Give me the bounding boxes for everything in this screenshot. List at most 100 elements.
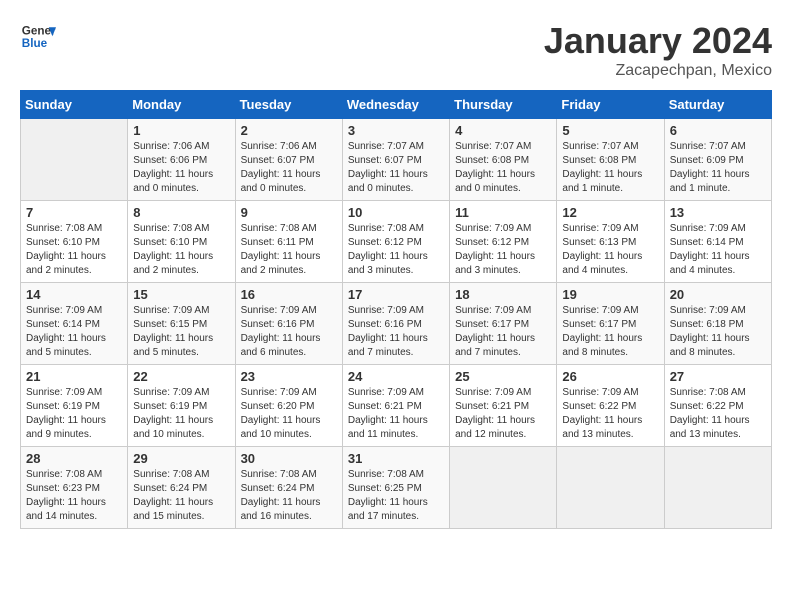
day-info: Sunrise: 7:09 AM Sunset: 6:18 PM Dayligh…: [670, 304, 766, 360]
calendar-cell: 30Sunrise: 7:08 AM Sunset: 6:24 PM Dayli…: [235, 447, 342, 529]
day-info: Sunrise: 7:09 AM Sunset: 6:17 PM Dayligh…: [455, 304, 551, 360]
day-number: 1: [133, 123, 229, 138]
title-block: January 2024 Zacapechpan, Mexico: [544, 20, 772, 80]
header-sunday: Sunday: [21, 91, 128, 119]
calendar-cell: 7 Sunrise: 7:08 AM Sunset: 6:10 PM Daylig…: [21, 201, 128, 283]
day-info: Sunrise: 7:08 AM Sunset: 6:10 PM Dayligh…: [133, 222, 229, 278]
header-saturday: Saturday: [664, 91, 771, 119]
day-info: Sunrise: 7:09 AM Sunset: 6:22 PM Dayligh…: [562, 386, 658, 442]
day-info: Sunrise: 7:07 AM Sunset: 6:08 PM Dayligh…: [455, 140, 551, 196]
day-info: Sunrise: 7:09 AM Sunset: 6:12 PM Dayligh…: [455, 222, 551, 278]
calendar-cell: 21Sunrise: 7:09 AM Sunset: 6:19 PM Dayli…: [21, 365, 128, 447]
header-monday: Monday: [128, 91, 235, 119]
day-number: 7: [26, 205, 122, 220]
calendar-cell: 19Sunrise: 7:09 AM Sunset: 6:17 PM Dayli…: [557, 283, 664, 365]
day-info: Sunrise: 7:09 AM Sunset: 6:15 PM Dayligh…: [133, 304, 229, 360]
day-number: 16: [241, 287, 337, 302]
calendar-table: SundayMondayTuesdayWednesdayThursdayFrid…: [20, 90, 772, 529]
header-tuesday: Tuesday: [235, 91, 342, 119]
calendar-cell: 15 Sunrise: 7:09 AM Sunset: 6:15 PM Dayli…: [128, 283, 235, 365]
day-info: Sunrise: 7:08 AM Sunset: 6:24 PM Dayligh…: [133, 468, 229, 524]
day-info: Sunrise: 7:09 AM Sunset: 6:21 PM Dayligh…: [455, 386, 551, 442]
day-number: 31: [348, 451, 444, 466]
calendar-cell: 22 Sunrise: 7:09 AM Sunset: 6:19 PM Dayli…: [128, 365, 235, 447]
calendar-cell: 14 Sunrise: 7:09 AM Sunset: 6:14 PM Dayli…: [21, 283, 128, 365]
day-number: 23: [241, 369, 337, 384]
calendar-week-4: 21 Sunrise: 7:09 AM Sunset: 6:19 PM Dayli…: [21, 365, 772, 447]
calendar-cell: 23 Sunrise: 7:09 AM Sunset: 6:20 PM Dayli…: [235, 365, 342, 447]
calendar-cell: 27 Sunrise: 7:08 AM Sunset: 6:22 PM Dayli…: [664, 365, 771, 447]
calendar-cell: 18Sunrise: 7:09 AM Sunset: 6:17 PM Dayli…: [450, 283, 557, 365]
day-number: 2: [241, 123, 337, 138]
day-info: Sunrise: 7:07 AM Sunset: 6:09 PM Dayligh…: [670, 140, 766, 196]
calendar-cell: 6Sunrise: 7:07 AM Sunset: 6:09 PM Daylig…: [664, 119, 771, 201]
day-info: Sunrise: 7:09 AM Sunset: 6:21 PM Dayligh…: [348, 386, 444, 442]
calendar-cell: [557, 447, 664, 529]
calendar-cell: [450, 447, 557, 529]
day-number: 15: [133, 287, 229, 302]
day-number: 20: [670, 287, 766, 302]
day-number: 14: [26, 287, 122, 302]
calendar-cell: 20 Sunrise: 7:09 AM Sunset: 6:18 PM Dayli…: [664, 283, 771, 365]
calendar-cell: 2 Sunrise: 7:06 AM Sunset: 6:07 PM Daylig…: [235, 119, 342, 201]
calendar-cell: 11 Sunrise: 7:09 AM Sunset: 6:12 PM Dayli…: [450, 201, 557, 283]
day-info: Sunrise: 7:09 AM Sunset: 6:20 PM Dayligh…: [241, 386, 337, 442]
day-info: Sunrise: 7:09 AM Sunset: 6:17 PM Dayligh…: [562, 304, 658, 360]
calendar-cell: 13 Sunrise: 7:09 AM Sunset: 6:14 PM Dayli…: [664, 201, 771, 283]
day-info: Sunrise: 7:09 AM Sunset: 6:16 PM Dayligh…: [241, 304, 337, 360]
day-info: Sunrise: 7:08 AM Sunset: 6:23 PM Dayligh…: [26, 468, 122, 524]
day-number: 8: [133, 205, 229, 220]
logo: General Blue: [20, 20, 56, 56]
day-number: 22: [133, 369, 229, 384]
day-info: Sunrise: 7:06 AM Sunset: 6:07 PM Dayligh…: [241, 140, 337, 196]
calendar-cell: 1Sunrise: 7:06 AM Sunset: 6:06 PM Daylig…: [128, 119, 235, 201]
day-number: 5: [562, 123, 658, 138]
day-number: 12: [562, 205, 658, 220]
calendar-cell: 25 Sunrise: 7:09 AM Sunset: 6:21 PM Dayli…: [450, 365, 557, 447]
day-info: Sunrise: 7:09 AM Sunset: 6:19 PM Dayligh…: [133, 386, 229, 442]
calendar-cell: [664, 447, 771, 529]
calendar-cell: 3Sunrise: 7:07 AM Sunset: 6:07 PM Daylig…: [342, 119, 449, 201]
calendar-cell: 26 Sunrise: 7:09 AM Sunset: 6:22 PM Dayli…: [557, 365, 664, 447]
calendar-cell: 12 Sunrise: 7:09 AM Sunset: 6:13 PM Dayli…: [557, 201, 664, 283]
day-info: Sunrise: 7:09 AM Sunset: 6:14 PM Dayligh…: [670, 222, 766, 278]
calendar-week-1: 1Sunrise: 7:06 AM Sunset: 6:06 PM Daylig…: [21, 119, 772, 201]
page-header: General Blue January 2024 Zacapechpan, M…: [20, 20, 772, 80]
day-info: Sunrise: 7:09 AM Sunset: 6:13 PM Dayligh…: [562, 222, 658, 278]
calendar-header-row: SundayMondayTuesdayWednesdayThursdayFrid…: [21, 91, 772, 119]
day-info: Sunrise: 7:07 AM Sunset: 6:08 PM Dayligh…: [562, 140, 658, 196]
day-info: Sunrise: 7:09 AM Sunset: 6:16 PM Dayligh…: [348, 304, 444, 360]
day-info: Sunrise: 7:08 AM Sunset: 6:11 PM Dayligh…: [241, 222, 337, 278]
day-number: 29: [133, 451, 229, 466]
calendar-cell: 16 Sunrise: 7:09 AM Sunset: 6:16 PM Dayli…: [235, 283, 342, 365]
day-number: 30: [241, 451, 337, 466]
day-number: 28: [26, 451, 122, 466]
svg-text:Blue: Blue: [22, 37, 48, 50]
day-info: Sunrise: 7:08 AM Sunset: 6:22 PM Dayligh…: [670, 386, 766, 442]
day-number: 24: [348, 369, 444, 384]
day-number: 17: [348, 287, 444, 302]
day-number: 11: [455, 205, 551, 220]
day-number: 27: [670, 369, 766, 384]
calendar-cell: 9Sunrise: 7:08 AM Sunset: 6:11 PM Daylig…: [235, 201, 342, 283]
day-info: Sunrise: 7:08 AM Sunset: 6:12 PM Dayligh…: [348, 222, 444, 278]
day-number: 25: [455, 369, 551, 384]
day-number: 21: [26, 369, 122, 384]
month-title: January 2024: [544, 20, 772, 62]
calendar-cell: 10 Sunrise: 7:08 AM Sunset: 6:12 PM Dayli…: [342, 201, 449, 283]
day-number: 10: [348, 205, 444, 220]
day-number: 3: [348, 123, 444, 138]
logo-icon: General Blue: [20, 20, 56, 56]
day-info: Sunrise: 7:09 AM Sunset: 6:14 PM Dayligh…: [26, 304, 122, 360]
day-info: Sunrise: 7:08 AM Sunset: 6:25 PM Dayligh…: [348, 468, 444, 524]
calendar-cell: 29 Sunrise: 7:08 AM Sunset: 6:24 PM Dayli…: [128, 447, 235, 529]
location-subtitle: Zacapechpan, Mexico: [544, 62, 772, 80]
header-wednesday: Wednesday: [342, 91, 449, 119]
calendar-cell: 4 Sunrise: 7:07 AM Sunset: 6:08 PM Daylig…: [450, 119, 557, 201]
day-number: 26: [562, 369, 658, 384]
day-number: 13: [670, 205, 766, 220]
day-info: Sunrise: 7:08 AM Sunset: 6:10 PM Dayligh…: [26, 222, 122, 278]
calendar-cell: [21, 119, 128, 201]
calendar-cell: 31 Sunrise: 7:08 AM Sunset: 6:25 PM Dayli…: [342, 447, 449, 529]
day-number: 4: [455, 123, 551, 138]
